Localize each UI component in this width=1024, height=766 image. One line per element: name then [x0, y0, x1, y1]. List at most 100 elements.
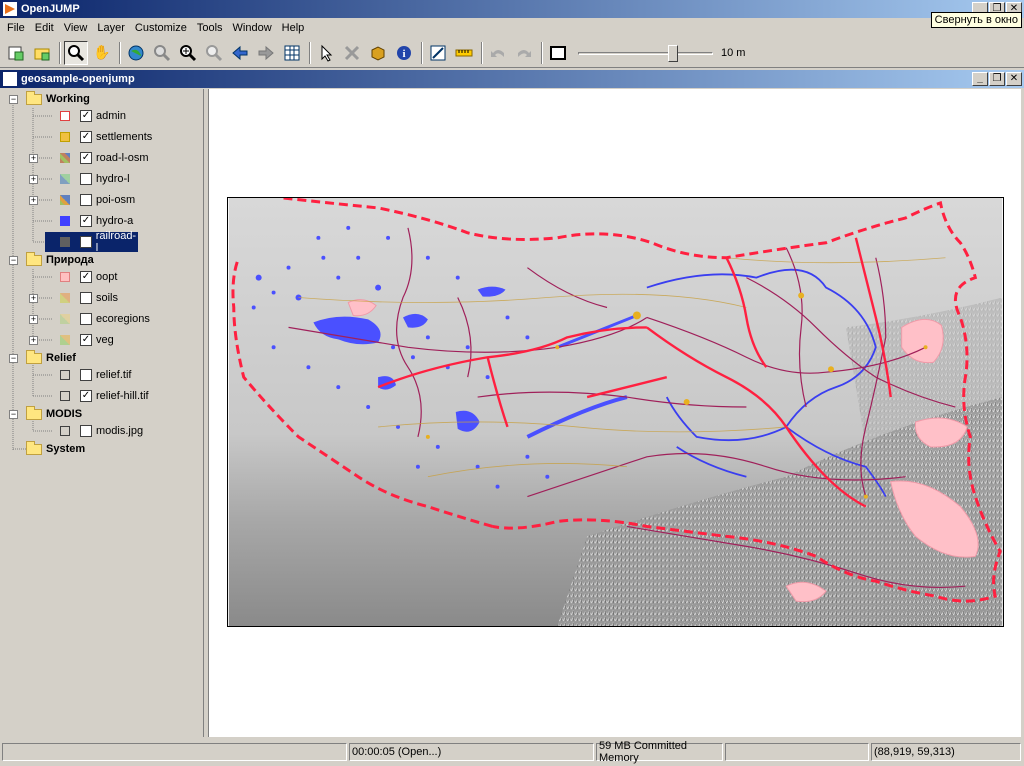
layer-visibility-checkbox[interactable] — [80, 313, 92, 325]
layer-item-ecoregions[interactable]: ecoregions — [60, 310, 150, 328]
layer-visibility-checkbox[interactable]: ✓ — [80, 131, 92, 143]
category-relief[interactable]: Relief — [26, 349, 76, 367]
category-system[interactable]: System — [26, 440, 85, 458]
menu-customize[interactable]: Customize — [130, 22, 192, 34]
layer-item-road-l-osm[interactable]: ✓ road-l-osm — [60, 149, 149, 167]
back-button[interactable] — [228, 41, 252, 65]
zoom-to-full-extent-button[interactable] — [124, 41, 148, 65]
expand-toggle[interactable]: + — [29, 294, 38, 303]
multi-style-swatch — [60, 293, 70, 303]
layer-visibility-checkbox[interactable] — [79, 236, 92, 248]
menu-file[interactable]: File — [2, 22, 30, 34]
category-working[interactable]: Working — [26, 90, 90, 108]
project-title: geosample-openjump — [21, 73, 135, 85]
undo-button[interactable] — [486, 41, 510, 65]
map-canvas[interactable] — [227, 197, 1004, 627]
layer-visibility-checkbox[interactable] — [80, 194, 92, 206]
layer-item-settlements[interactable]: ✓ settlements — [60, 128, 152, 146]
expand-toggle[interactable]: − — [9, 410, 18, 419]
select-tool-button[interactable] — [314, 41, 338, 65]
status-timer: 00:00:05 (Open...) — [349, 743, 594, 761]
zoom-in-button[interactable] — [176, 41, 200, 65]
layer-label: road-l-osm — [96, 152, 149, 164]
layer-item-oopt[interactable]: ✓ oopt — [60, 268, 117, 286]
expand-toggle[interactable]: − — [9, 256, 18, 265]
map-view[interactable] — [208, 89, 1021, 737]
project-close-button[interactable]: ✕ — [1006, 72, 1022, 86]
project-window-controls: _ ❐ ✕ — [972, 72, 1022, 86]
category-label: Working — [46, 93, 90, 105]
pan-tool-button[interactable]: ✋ — [90, 41, 114, 65]
project-restore-button[interactable]: ❐ — [989, 72, 1005, 86]
category-modis[interactable]: MODIS — [26, 405, 82, 423]
info-icon: i — [397, 45, 411, 60]
undo-icon — [491, 49, 504, 57]
info-button[interactable]: i — [392, 41, 416, 65]
layer-visibility-checkbox[interactable]: ✓ — [80, 334, 92, 346]
zoom-to-selected-button[interactable] — [150, 41, 174, 65]
layer-item-poi-osm[interactable]: poi-osm — [60, 191, 135, 209]
layer-item-admin[interactable]: ✓ admin — [60, 107, 126, 125]
layer-visibility-checkbox[interactable]: ✓ — [80, 390, 92, 402]
delete-button[interactable] — [340, 41, 364, 65]
zoom-previous-icon — [206, 44, 223, 61]
expand-toggle[interactable]: + — [29, 336, 38, 345]
layer-style-swatch — [60, 111, 70, 121]
feature-info-button[interactable] — [366, 41, 390, 65]
category-priroda[interactable]: Природа — [26, 251, 94, 269]
layer-item-soils[interactable]: soils — [60, 289, 118, 307]
multi-style-swatch — [60, 314, 70, 324]
layer-style-swatch — [60, 237, 70, 247]
zoom-previous-button[interactable] — [202, 41, 226, 65]
layer-item-modis-jpg[interactable]: modis.jpg — [60, 422, 143, 440]
multi-style-swatch — [60, 335, 70, 345]
attribute-table-button[interactable] — [280, 41, 304, 65]
expand-toggle[interactable]: + — [29, 315, 38, 324]
fence-button[interactable] — [546, 41, 570, 65]
layer-visibility-checkbox[interactable]: ✓ — [80, 110, 92, 122]
folder-open-icon — [34, 48, 50, 60]
new-project-button[interactable] — [4, 41, 28, 65]
layer-visibility-checkbox[interactable]: ✓ — [80, 215, 92, 227]
toolbar-separator — [309, 41, 311, 64]
expand-toggle[interactable]: + — [29, 175, 38, 184]
multi-style-swatch — [60, 195, 70, 205]
layer-item-railroad-l[interactable]: railroad-l — [45, 230, 138, 254]
menu-window[interactable]: Window — [228, 22, 277, 34]
layer-item-hydro-a[interactable]: ✓ hydro-a — [60, 212, 133, 230]
scale-slider[interactable] — [578, 43, 713, 63]
menu-tools[interactable]: Tools — [192, 22, 228, 34]
category-label: MODIS — [46, 408, 83, 420]
layer-visibility-checkbox[interactable]: ✓ — [80, 271, 92, 283]
project-minimize-button[interactable]: _ — [972, 72, 988, 86]
expand-toggle[interactable]: + — [29, 196, 38, 205]
edit-toolbox-button[interactable] — [426, 41, 450, 65]
menu-edit[interactable]: Edit — [30, 22, 59, 34]
arrow-right-icon — [258, 45, 274, 60]
expand-toggle[interactable]: − — [9, 354, 18, 363]
main-toolbar: ✋ i 10 m — [0, 38, 1024, 68]
layer-visibility-checkbox[interactable] — [80, 425, 92, 437]
expand-toggle[interactable]: − — [9, 95, 18, 104]
menu-help[interactable]: Help — [277, 22, 310, 34]
expand-toggle[interactable]: + — [29, 154, 38, 163]
open-project-button[interactable] — [30, 41, 54, 65]
layer-visibility-checkbox[interactable] — [80, 173, 92, 185]
layer-visibility-checkbox[interactable] — [80, 369, 92, 381]
forward-button[interactable] — [254, 41, 278, 65]
menu-view[interactable]: View — [59, 22, 93, 34]
layer-item-veg[interactable]: ✓ veg — [60, 331, 114, 349]
layer-visibility-checkbox[interactable]: ✓ — [80, 152, 92, 164]
scale-slider-thumb[interactable] — [668, 44, 678, 62]
redo-button[interactable] — [512, 41, 536, 65]
layer-item-relief-hill-tif[interactable]: ✓ relief-hill.tif — [60, 387, 149, 405]
menu-layer[interactable]: Layer — [92, 22, 130, 34]
layer-label: admin — [96, 110, 126, 122]
layer-item-relief-tif[interactable]: relief.tif — [60, 366, 131, 384]
measure-button[interactable] — [452, 41, 476, 65]
layer-label: ecoregions — [96, 313, 150, 325]
zoom-tool-button[interactable] — [64, 40, 88, 65]
layer-item-hydro-l[interactable]: hydro-l — [60, 170, 130, 188]
scale-slider-track — [578, 51, 713, 55]
layer-visibility-checkbox[interactable] — [80, 292, 92, 304]
